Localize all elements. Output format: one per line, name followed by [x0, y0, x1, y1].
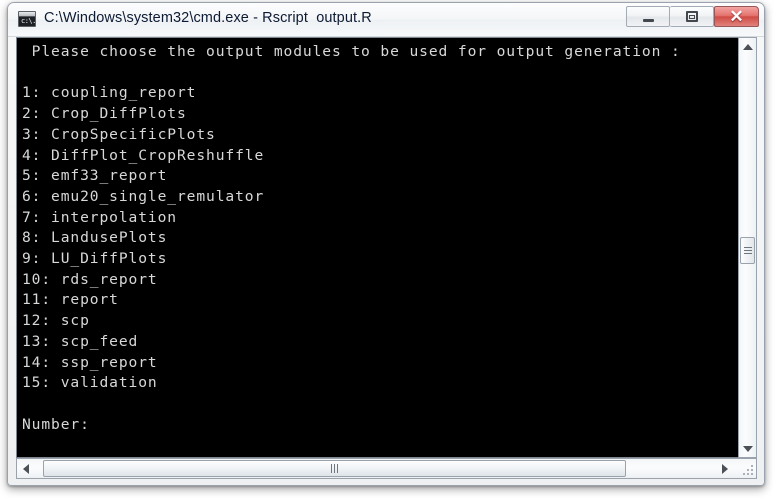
title-bar[interactable]: c:\. C:\Windows\system32\cmd.exe - Rscri… [8, 3, 764, 37]
resize-grip[interactable] [741, 463, 755, 477]
scroll-left-arrow-icon[interactable] [17, 459, 35, 478]
close-icon: ✕ [715, 7, 758, 26]
thumb-grip-icon [743, 247, 752, 254]
horizontal-scrollbar-thumb[interactable] [43, 460, 626, 477]
scroll-right-arrow-icon[interactable] [716, 459, 734, 478]
icon-prompt-text: c:\. [21, 17, 36, 25]
cmd-console-icon: c:\. [18, 11, 36, 27]
close-glyph: ✕ [729, 7, 744, 26]
scroll-down-arrow-icon[interactable] [739, 440, 756, 457]
vertical-scrollbar[interactable] [738, 37, 757, 458]
horizontal-scrollbar[interactable] [16, 458, 757, 479]
close-button[interactable]: ✕ [714, 6, 759, 27]
minimize-icon [627, 7, 669, 26]
console-client-area: Please choose the output modules to be u… [16, 37, 757, 479]
window-title: C:\Windows\system32\cmd.exe - Rscript ou… [44, 10, 372, 26]
console-text: Please choose the output modules to be u… [22, 43, 681, 433]
minimize-button[interactable] [626, 6, 670, 27]
vertical-scrollbar-thumb[interactable] [740, 237, 755, 264]
console-output-area[interactable]: Please choose the output modules to be u… [16, 37, 738, 458]
maximize-button[interactable] [670, 6, 714, 27]
scroll-up-arrow-icon[interactable] [739, 38, 756, 55]
thumb-grip-icon [331, 464, 338, 473]
cmd-window: c:\. C:\Windows\system32\cmd.exe - Rscri… [7, 2, 765, 486]
maximize-icon [670, 7, 713, 26]
